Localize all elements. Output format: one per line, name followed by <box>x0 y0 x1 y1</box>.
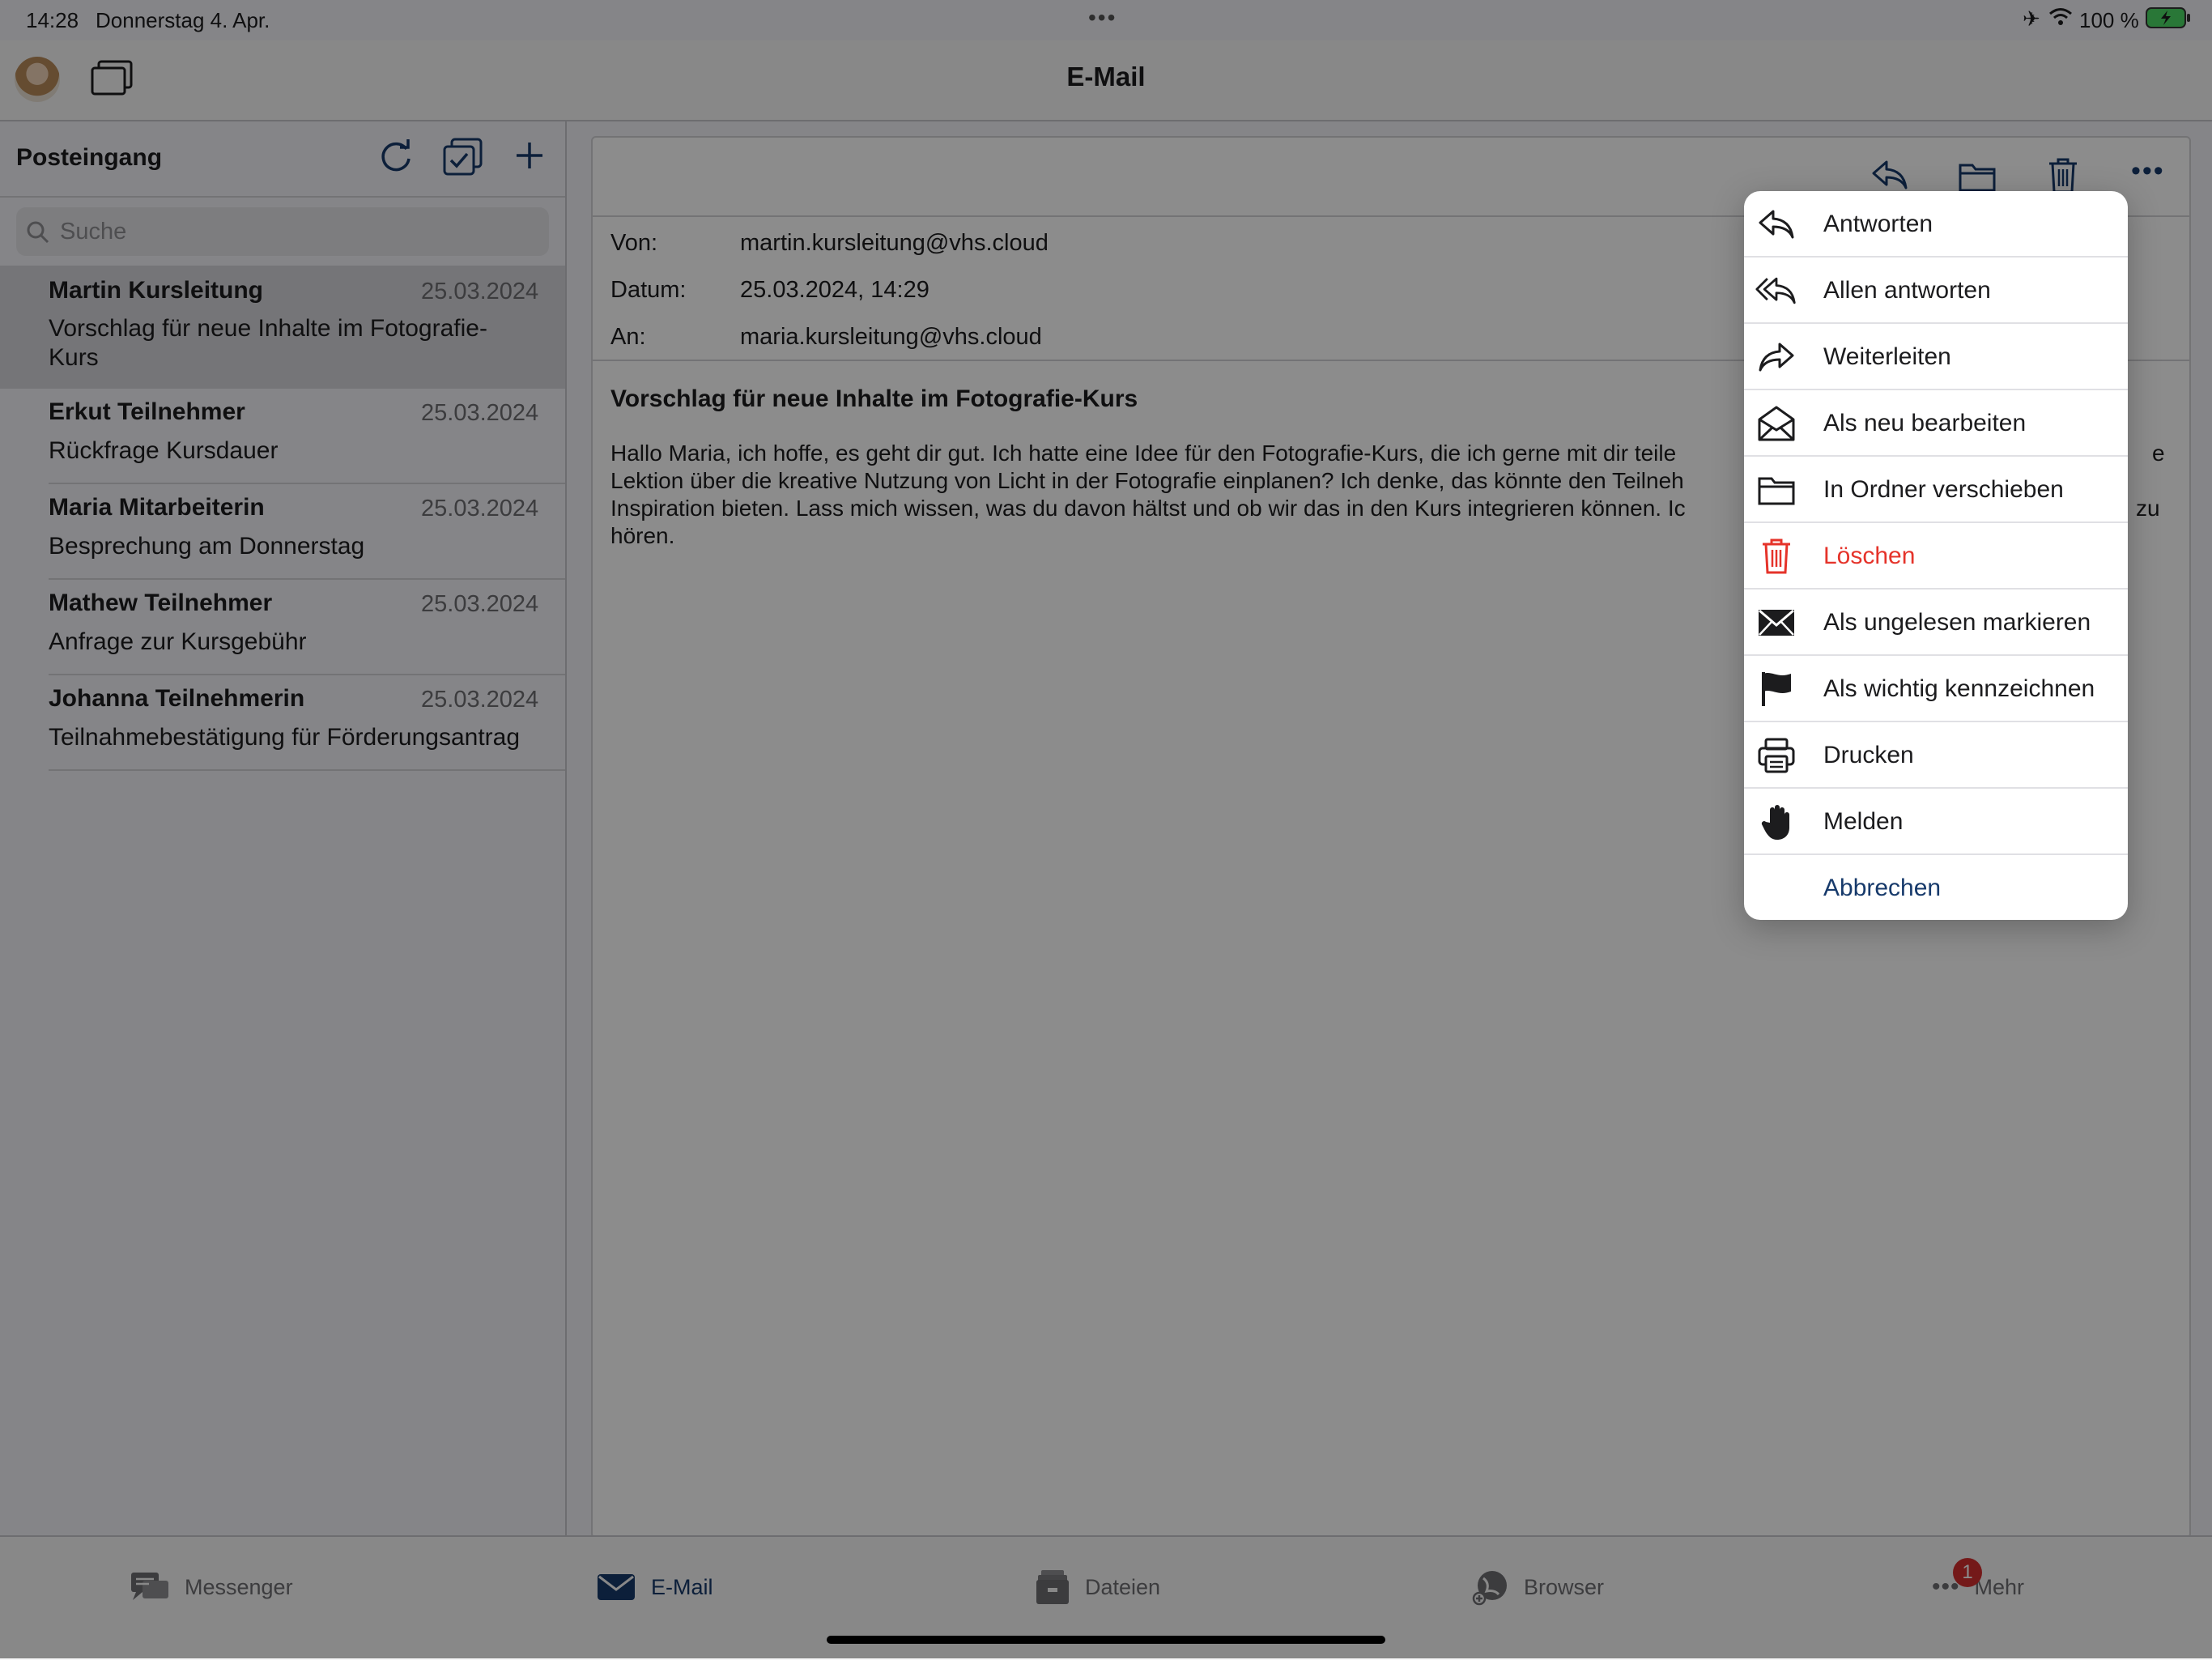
menu-item-edit-as-new[interactable]: Als neu bearbeiten <box>1744 390 2128 457</box>
menu-item-mark-unread[interactable]: Als ungelesen markieren <box>1744 590 2128 656</box>
menu-item-reply-all[interactable]: Allen antworten <box>1744 258 2128 324</box>
menu-item-label: Weiterleiten <box>1823 343 1951 370</box>
trash-icon <box>1755 535 1797 577</box>
menu-item-label: Als wichtig kennzeichnen <box>1823 675 2095 702</box>
menu-item-forward[interactable]: Weiterleiten <box>1744 324 2128 390</box>
printer-icon <box>1755 734 1797 777</box>
menu-item-flag[interactable]: Als wichtig kennzeichnen <box>1744 656 2128 722</box>
menu-item-delete[interactable]: Löschen <box>1744 523 2128 590</box>
menu-item-label: In Ordner verschieben <box>1823 476 2064 503</box>
menu-item-print[interactable]: Drucken <box>1744 722 2128 789</box>
menu-item-move-to-folder[interactable]: In Ordner verschieben <box>1744 457 2128 523</box>
menu-item-label: Als ungelesen markieren <box>1823 609 2091 636</box>
flag-icon <box>1755 668 1797 710</box>
forward-icon <box>1755 336 1797 378</box>
reply-all-icon <box>1755 270 1797 312</box>
folder-icon <box>1755 469 1797 511</box>
menu-item-label: Als neu bearbeiten <box>1823 410 2027 436</box>
menu-item-cancel[interactable]: Abbrechen <box>1744 855 2128 920</box>
menu-item-report[interactable]: Melden <box>1744 789 2128 855</box>
menu-item-label: Antworten <box>1823 211 1933 237</box>
envelope-open-icon <box>1755 402 1797 445</box>
reply-icon <box>1755 203 1797 245</box>
menu-item-label: Melden <box>1823 808 1904 835</box>
menu-item-label: Drucken <box>1823 742 1914 768</box>
menu-item-reply[interactable]: Antworten <box>1744 191 2128 258</box>
cancel-button[interactable]: Abbrechen <box>1823 875 1941 902</box>
home-indicator[interactable] <box>827 1636 1385 1644</box>
action-menu: Antworten Allen antworten Weiterleiten A… <box>1744 191 2128 920</box>
envelope-icon <box>1755 602 1797 644</box>
hand-icon <box>1755 801 1797 843</box>
menu-item-label: Löschen <box>1823 543 1916 569</box>
menu-item-label: Allen antworten <box>1823 277 1991 304</box>
